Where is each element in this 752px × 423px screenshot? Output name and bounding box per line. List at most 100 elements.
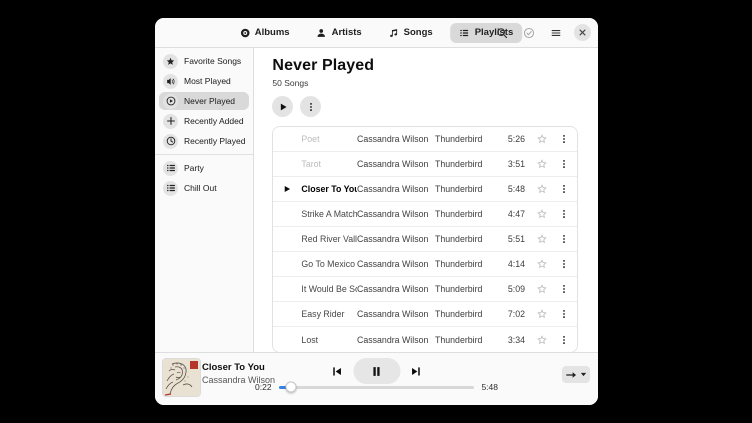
sidebar-item-label: Most Played <box>184 76 231 86</box>
sidebar-item-party[interactable]: Party <box>159 159 249 177</box>
star-icon <box>163 54 178 69</box>
song-menu-button[interactable] <box>551 283 577 295</box>
sidebar-item-most-played[interactable]: Most Played <box>159 72 249 90</box>
song-album: Thunderbird <box>435 335 499 345</box>
playlists-sidebar: Favorite Songs Most Played Never Played … <box>155 48 254 352</box>
song-duration: 5:26 <box>499 134 525 144</box>
song-album: Thunderbird <box>435 259 499 269</box>
song-row[interactable]: Go To Mexico Cassandra Wilson Thunderbir… <box>273 252 577 277</box>
song-artist: Cassandra Wilson <box>357 335 435 345</box>
song-row[interactable]: It Would Be So Easy Cassandra Wilson Thu… <box>273 277 577 302</box>
progress-row: 0:22 5:48 <box>255 382 498 392</box>
song-album: Thunderbird <box>435 234 499 244</box>
favorite-star-icon[interactable] <box>533 234 551 244</box>
song-album: Thunderbird <box>435 209 499 219</box>
sidebar-item-label: Recently Added <box>184 116 244 126</box>
favorite-star-icon[interactable] <box>533 284 551 294</box>
now-playing-indicator-icon <box>283 185 291 193</box>
previous-button[interactable] <box>330 364 344 378</box>
song-row[interactable]: Tarot Cassandra Wilson Thunderbird 3:51 <box>273 152 577 177</box>
song-row[interactable]: Easy Rider Cassandra Wilson Thunderbird … <box>273 302 577 327</box>
primary-menu-button[interactable] <box>547 24 565 42</box>
total-time: 5:48 <box>481 382 498 392</box>
play-playlist-button[interactable] <box>272 96 293 117</box>
song-artist: Cassandra Wilson <box>357 209 435 219</box>
playlist-menu-button[interactable] <box>300 96 321 117</box>
sidebar-item-recently-added[interactable]: Recently Added <box>159 112 249 130</box>
clock-icon <box>163 134 178 149</box>
close-window-button[interactable] <box>574 24 591 41</box>
pause-icon <box>371 365 383 378</box>
app-body: Favorite Songs Most Played Never Played … <box>155 48 598 352</box>
song-menu-button[interactable] <box>551 183 577 195</box>
song-menu-button[interactable] <box>551 334 577 346</box>
sidebar-item-favorite-songs[interactable]: Favorite Songs <box>159 52 249 70</box>
song-menu-button[interactable] <box>551 133 577 145</box>
song-menu-button[interactable] <box>551 308 577 320</box>
song-artist: Cassandra Wilson <box>357 309 435 319</box>
favorite-star-icon[interactable] <box>533 159 551 169</box>
song-row[interactable]: Red River Valley Cassandra Wilson Thunde… <box>273 227 577 252</box>
person-icon <box>317 28 327 38</box>
playlist-actions <box>272 96 578 117</box>
pause-button[interactable] <box>353 358 400 384</box>
song-album: Thunderbird <box>435 159 499 169</box>
seek-handle[interactable] <box>285 382 296 393</box>
playlist-icon <box>460 28 470 38</box>
tab-label: Albums <box>255 27 290 38</box>
song-list: Poet Cassandra Wilson Thunderbird 5:26 T… <box>272 126 578 352</box>
favorite-star-icon[interactable] <box>533 335 551 345</box>
favorite-star-icon[interactable] <box>533 134 551 144</box>
song-title: It Would Be So Easy <box>301 284 357 294</box>
select-mode-button[interactable] <box>520 24 538 42</box>
sidebar-item-never-played[interactable]: Never Played <box>159 92 249 110</box>
album-art-image <box>163 359 200 396</box>
song-artist: Cassandra Wilson <box>357 259 435 269</box>
song-duration: 5:48 <box>499 184 525 194</box>
tab-songs[interactable]: Songs <box>380 23 442 43</box>
music-app-window: Albums Artists Songs Playlists <box>155 18 598 405</box>
song-album: Thunderbird <box>435 134 499 144</box>
song-menu-button[interactable] <box>551 233 577 245</box>
song-menu-button[interactable] <box>551 258 577 270</box>
sidebar-item-chill-out[interactable]: Chill Out <box>159 179 249 197</box>
song-count: 50 Songs <box>272 78 578 88</box>
song-row[interactable]: Strike A Match Cassandra Wilson Thunderb… <box>273 202 577 227</box>
song-artist: Cassandra Wilson <box>357 184 435 194</box>
sidebar-item-recently-played[interactable]: Recently Played <box>159 132 249 150</box>
disc-icon <box>240 28 250 38</box>
plus-icon <box>163 114 178 129</box>
repeat-mode-button[interactable] <box>562 366 590 383</box>
tab-artists[interactable]: Artists <box>308 23 371 43</box>
favorite-star-icon[interactable] <box>533 309 551 319</box>
song-menu-button[interactable] <box>551 208 577 220</box>
sidebar-item-label: Favorite Songs <box>184 56 241 66</box>
search-button[interactable] <box>493 24 511 42</box>
playlist-view: Never Played 50 Songs Poet Cassandra Wil… <box>254 48 598 352</box>
song-row[interactable]: Poet Cassandra Wilson Thunderbird 5:26 <box>273 127 577 152</box>
song-album: Thunderbird <box>435 309 499 319</box>
page-title: Never Played <box>272 57 578 75</box>
song-artist: Cassandra Wilson <box>357 159 435 169</box>
next-button[interactable] <box>409 364 423 378</box>
select-mode-icon <box>523 27 535 39</box>
song-title: Tarot <box>301 159 357 169</box>
search-icon <box>496 27 508 39</box>
song-duration: 5:51 <box>499 234 525 244</box>
favorite-star-icon[interactable] <box>533 259 551 269</box>
song-duration: 3:34 <box>499 335 525 345</box>
favorite-star-icon[interactable] <box>533 209 551 219</box>
sidebar-separator <box>155 154 253 155</box>
skip-prev-icon <box>332 366 343 377</box>
song-row[interactable]: Lost Cassandra Wilson Thunderbird 3:34 <box>273 327 577 352</box>
seek-slider[interactable] <box>279 386 475 389</box>
never-played-icon <box>163 94 178 109</box>
song-title: Go To Mexico <box>301 259 357 269</box>
playback-controls <box>330 358 423 384</box>
tab-albums[interactable]: Albums <box>231 23 299 43</box>
song-menu-button[interactable] <box>551 158 577 170</box>
song-duration: 5:09 <box>499 284 525 294</box>
song-row[interactable]: Closer To You Cassandra Wilson Thunderbi… <box>273 177 577 202</box>
favorite-star-icon[interactable] <box>533 184 551 194</box>
song-title: Strike A Match <box>301 209 357 219</box>
